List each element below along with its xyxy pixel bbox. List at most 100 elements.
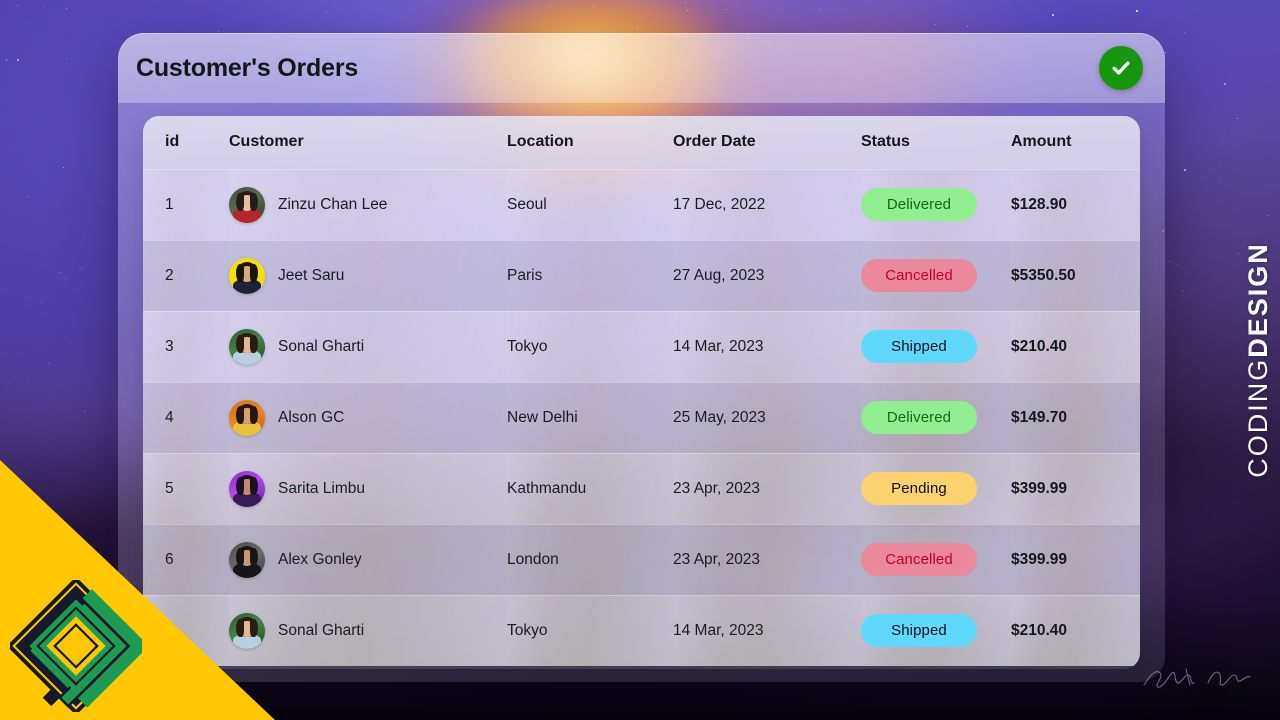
cell-order-date: 14 Mar, 2023	[673, 310, 861, 382]
avatar-sarita-limbu	[229, 470, 265, 507]
cell-amount: $210.40	[1011, 310, 1140, 382]
cell-status: Cancelled	[861, 239, 1011, 311]
cell-status: Shipped	[861, 310, 1011, 382]
avatar-sonal-gharti	[229, 612, 265, 649]
header-actions	[1099, 46, 1165, 90]
cell-order-date: 27 Aug, 2023	[673, 239, 861, 311]
cell-location: Tokyo	[507, 310, 673, 382]
cell-order-date: 14 Mar, 2023	[673, 594, 861, 666]
amount-value: $210.40	[1011, 337, 1068, 355]
customer-name: Sonal Gharti	[278, 621, 365, 639]
cell-status: Pending	[861, 452, 1011, 524]
table-row[interactable]: Sonal Gharti Tokyo 14 Mar, 2023 Shipped $210…	[143, 594, 1140, 666]
card-header: Customer's Orders	[118, 33, 1165, 103]
table-row[interactable]: 6 Alex Gonley London 23 Apr, 2023 Cancelled $…	[143, 523, 1140, 595]
cell-id: 6	[143, 523, 229, 595]
customer-name: Sarita Limbu	[278, 479, 366, 497]
cell-customer: Zinzu Chan Lee	[229, 168, 507, 240]
column-header-location[interactable]: Location	[507, 116, 673, 169]
avatar-alex-gonley	[229, 541, 265, 578]
cell-status: Cancelled	[861, 523, 1011, 595]
amount-value: $149.70	[1011, 408, 1068, 426]
cell-customer: Sonal Gharti	[229, 310, 507, 382]
brand-light-text: CODING	[1243, 357, 1273, 478]
customer-name: Sonal Gharti	[278, 337, 365, 355]
customer-cell: Jeet Saru	[229, 257, 507, 294]
cell-location: London	[507, 523, 673, 595]
orders-card: Customer's Orders id Customer Location O…	[118, 33, 1165, 682]
cell-customer: Alex Gonley	[229, 523, 507, 595]
customer-cell: Alson GC	[229, 399, 507, 436]
column-header-order-date[interactable]: Order Date	[673, 116, 861, 169]
column-header-amount[interactable]: Amount	[1011, 116, 1140, 169]
status-badge[interactable]: Pending	[861, 472, 977, 505]
cell-order-date: 23 Apr, 2023	[673, 523, 861, 595]
amount-value: $399.99	[1011, 479, 1068, 497]
cell-amount: $399.99	[1011, 523, 1140, 595]
cell-id: 2	[143, 239, 229, 311]
cell-location: Seoul	[507, 168, 673, 240]
orders-table: id Customer Location Order Date Status A…	[143, 116, 1140, 666]
column-header-id[interactable]: id	[143, 116, 229, 169]
amount-value: $5350.50	[1011, 266, 1076, 284]
table-row[interactable]: 4 Alson GC New Delhi 25 May, 2023 Delivered $…	[143, 381, 1140, 453]
customer-cell: Alex Gonley	[229, 541, 507, 578]
cell-customer: Jeet Saru	[229, 239, 507, 311]
cell-id: 4	[143, 381, 229, 453]
page-title: Customer's Orders	[136, 53, 359, 82]
status-badge[interactable]: Delivered	[861, 401, 977, 434]
codingdesign-diamond-d-logo	[6, 576, 149, 716]
cell-customer: Sonal Gharti	[229, 594, 507, 666]
cell-order-date: 25 May, 2023	[673, 381, 861, 453]
table-row[interactable]: 5 Sarita Limbu Kathmandu 23 Apr, 2023 Pendin…	[143, 452, 1140, 524]
avatar-zinzu-chan-lee	[229, 186, 265, 223]
status-badge[interactable]: Shipped	[861, 330, 977, 363]
table-header-row: id Customer Location Order Date Status A…	[143, 116, 1140, 169]
table-body: 1 Zinzu Chan Lee Seoul 17 Dec, 2022 Delivere…	[143, 168, 1140, 666]
cell-amount: $5350.50	[1011, 239, 1140, 311]
cell-amount: $149.70	[1011, 381, 1140, 453]
cell-amount: $210.40	[1011, 594, 1140, 666]
avatar-alson-gc	[229, 399, 265, 436]
status-badge[interactable]: Delivered	[861, 188, 977, 221]
cell-id: 5	[143, 452, 229, 524]
brand-watermark: CODINGDESIGN	[1243, 242, 1274, 478]
cell-amount: $128.90	[1011, 168, 1140, 240]
amount-value: $210.40	[1011, 621, 1068, 639]
status-badge[interactable]: Cancelled	[861, 259, 977, 292]
author-signature	[1140, 663, 1258, 698]
cell-customer: Sarita Limbu	[229, 452, 507, 524]
column-header-customer[interactable]: Customer	[229, 116, 507, 169]
cell-status: Delivered	[861, 381, 1011, 453]
avatar-jeet-saru	[229, 257, 265, 294]
customer-cell: Zinzu Chan Lee	[229, 186, 507, 223]
status-badge[interactable]: Shipped	[861, 614, 977, 648]
column-header-status[interactable]: Status	[861, 116, 1011, 169]
cell-customer: Alson GC	[229, 381, 507, 453]
customer-name: Alson GC	[278, 408, 345, 426]
table-header: id Customer Location Order Date Status A…	[143, 116, 1140, 169]
cell-status: Delivered	[861, 168, 1011, 240]
orders-table-container: id Customer Location Order Date Status A…	[143, 116, 1140, 669]
table-row[interactable]: 2 Jeet Saru Paris 27 Aug, 2023 Cancelled $535…	[143, 239, 1140, 311]
cell-status: Shipped	[861, 594, 1011, 666]
cell-id: 3	[143, 310, 229, 382]
customer-name: Zinzu Chan Lee	[278, 195, 388, 213]
cell-id: 1	[143, 168, 229, 240]
cell-location: Paris	[507, 239, 673, 311]
amount-value: $399.99	[1011, 550, 1068, 568]
status-badge[interactable]: Cancelled	[861, 543, 977, 576]
check-circle-icon[interactable]	[1099, 46, 1143, 90]
table-row[interactable]: 3 Sonal Gharti Tokyo 14 Mar, 2023 Shipped $21…	[143, 310, 1140, 382]
cell-amount: $399.99	[1011, 452, 1140, 524]
cell-order-date: 17 Dec, 2022	[673, 168, 861, 240]
brand-bold-text: DESIGN	[1243, 242, 1273, 358]
cell-location: Tokyo	[507, 594, 673, 666]
cell-order-date: 23 Apr, 2023	[673, 452, 861, 524]
cell-location: Kathmandu	[507, 452, 673, 524]
customer-cell: Sarita Limbu	[229, 470, 507, 507]
customer-cell: Sonal Gharti	[229, 612, 507, 649]
amount-value: $128.90	[1011, 195, 1068, 213]
table-row[interactable]: 1 Zinzu Chan Lee Seoul 17 Dec, 2022 Delivere…	[143, 168, 1140, 240]
customer-name: Alex Gonley	[278, 550, 362, 568]
